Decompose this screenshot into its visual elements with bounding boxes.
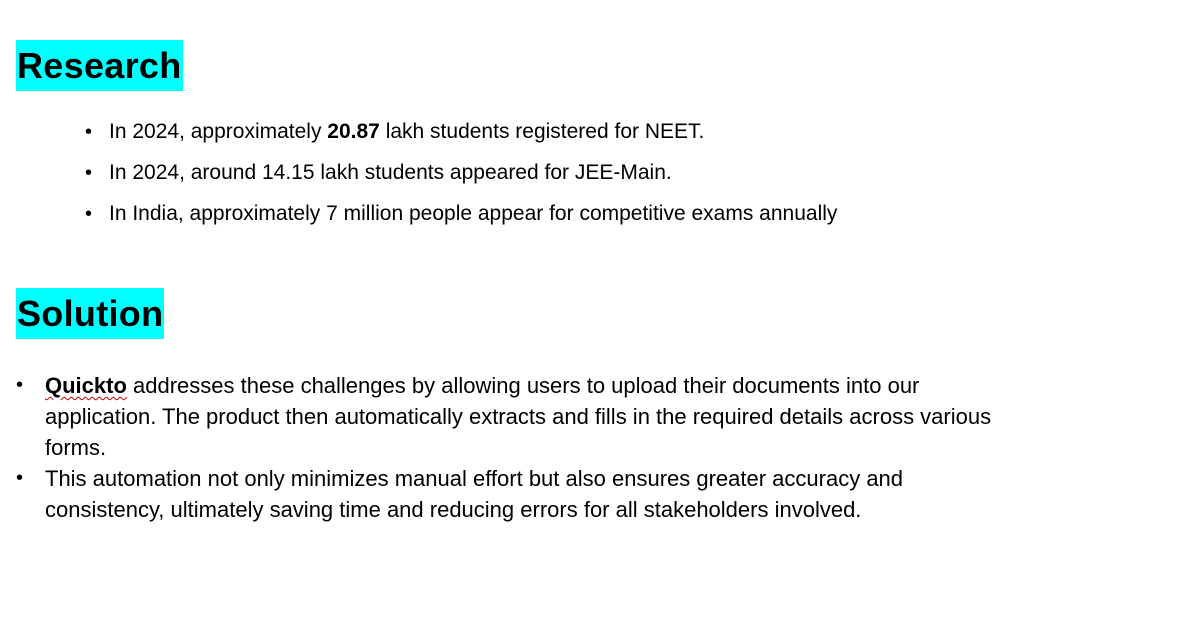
list-item-text: This automation not only minimizes manua… xyxy=(45,466,904,522)
list-item-text: In India, approximately 7 million people… xyxy=(109,202,838,225)
list-item-text: In 2024, around 14.15 lakh students appe… xyxy=(109,161,672,184)
bullet-icon: • xyxy=(85,162,93,184)
bullet-icon: • xyxy=(85,121,93,143)
list-item-text: Quickto addresses these challenges by al… xyxy=(45,373,992,460)
highlighted-number: 20.87 xyxy=(327,120,380,143)
solution-heading: Solution xyxy=(16,288,165,339)
list-item: • In 2024, around 14.15 lakh students ap… xyxy=(85,155,837,196)
list-item: • In 2024, approximately 20.87 lakh stud… xyxy=(85,114,837,155)
list-item-text: In 2024, approximately 20.87 lakh studen… xyxy=(109,120,705,143)
bullet-icon: • xyxy=(16,467,24,489)
research-heading: Research xyxy=(16,40,183,91)
bullet-icon: • xyxy=(16,374,24,396)
product-name: Quickto xyxy=(45,373,127,398)
bullet-icon: • xyxy=(85,203,93,225)
research-list: • In 2024, approximately 20.87 lakh stud… xyxy=(85,114,837,237)
list-item: • In India, approximately 7 million peop… xyxy=(85,196,837,237)
list-item: • This automation not only minimizes man… xyxy=(16,463,1016,525)
solution-list: • Quickto addresses these challenges by … xyxy=(16,370,1016,525)
list-item: • Quickto addresses these challenges by … xyxy=(16,370,1016,463)
